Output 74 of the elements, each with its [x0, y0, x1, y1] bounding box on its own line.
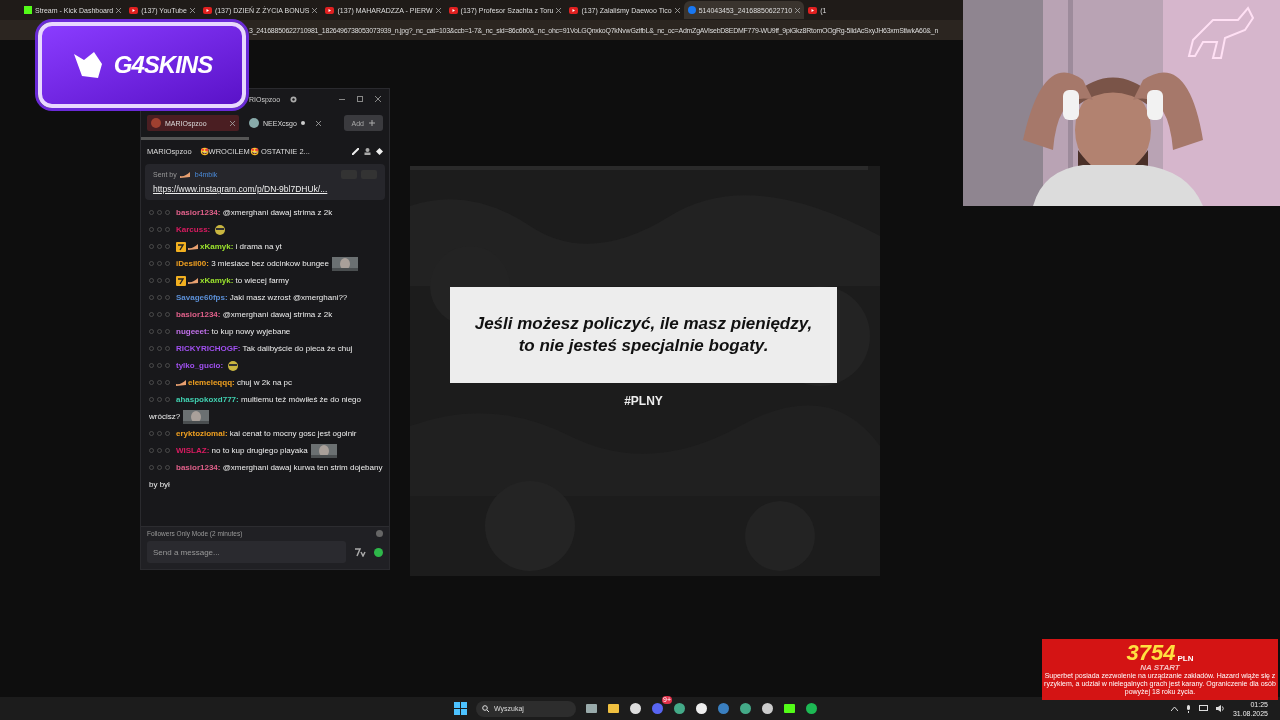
hashtag: #PLNY — [623, 394, 664, 408]
play-icon — [202, 6, 212, 14]
settings-icon[interactable] — [290, 95, 298, 103]
minimize-icon[interactable] — [339, 96, 345, 102]
chat-icon[interactable] — [374, 547, 383, 557]
slipper-icon — [188, 277, 198, 285]
chat-message: Savage60fps: Jaki masz wzrost @xmerghani?? — [145, 289, 385, 306]
quote-text: Jeśli możesz policzyć, ile masz pieniędzy, to nie jesteś specjalnie bogaty. — [474, 313, 813, 357]
play-icon — [325, 6, 335, 14]
currency: PLN — [1177, 654, 1194, 663]
chat-message: eryktoziomal: kai cenat to mocny gosc jest ogolnir — [145, 425, 385, 442]
speaker-icon[interactable] — [1215, 705, 1225, 712]
chat-message: tylko_gucio: — [145, 357, 385, 374]
avatar-icon — [151, 118, 161, 128]
chevron-icon[interactable] — [1170, 706, 1178, 711]
emote-icon — [213, 223, 228, 236]
play-icon — [569, 6, 579, 14]
close-icon[interactable] — [316, 120, 321, 126]
badge-icon — [176, 241, 186, 252]
folder-icon[interactable] — [607, 702, 620, 715]
app-icon[interactable] — [585, 702, 598, 715]
maximize-icon[interactable] — [357, 96, 363, 102]
chat-message: basior1234: @xmerghani dawaj kurwa ten strim dojebany by był — [148, 462, 384, 491]
slipper-icon — [188, 243, 198, 251]
close-icon[interactable] — [375, 96, 381, 102]
user-icon[interactable] — [364, 147, 371, 155]
chat-message: basior1234: @xmerghani dawaj strima z 2k — [145, 204, 385, 221]
emote-menu-icon[interactable] — [354, 547, 366, 557]
logo: G4SKINS — [38, 22, 246, 108]
chat-message: basior1234: @xmerghani dawaj strima z 2k — [145, 306, 385, 323]
close-icon[interactable] — [674, 7, 680, 13]
chat-message: RICKYRICHOGF: Tak dalibyście do pieca że chuj — [145, 340, 385, 357]
close-icon[interactable] — [795, 7, 801, 13]
close-icon[interactable] — [230, 120, 235, 126]
chat-message: elemeleqqq: chuj w 2k na pc — [145, 374, 385, 391]
close-icon[interactable] — [189, 7, 195, 13]
app-icon[interactable] — [783, 702, 796, 715]
avatar-icon — [249, 118, 259, 128]
play-icon — [129, 6, 139, 14]
browser-icon[interactable] — [739, 702, 752, 715]
search-icon — [482, 705, 489, 712]
instagram-link[interactable]: https://www.instagram.com/p/DN-9bl7DHUk/... — [153, 184, 377, 194]
app-icon[interactable] — [761, 702, 774, 715]
ad-tagline: NA START — [1140, 663, 1180, 672]
message-field[interactable]: Send a message... — [147, 541, 346, 563]
chat-message: iDesil00: 3 miesiace bez odcinkow bungee — [145, 255, 385, 272]
play-icon — [808, 6, 818, 14]
close-icon[interactable] — [312, 7, 318, 13]
app-icon[interactable] — [695, 702, 708, 715]
chat-message: xKamyk: i drama na yt — [145, 238, 385, 255]
slipper-icon — [176, 379, 186, 387]
play-icon — [448, 6, 458, 14]
live-dot-icon — [300, 121, 305, 125]
plus-icon — [369, 120, 375, 126]
info-icon[interactable] — [376, 530, 383, 537]
chat-message: ahaspokoxd777: multiemu też mówiłeś że do niego wrócisz? — [145, 391, 385, 425]
app-icon[interactable] — [805, 702, 818, 715]
browser-icon[interactable] — [673, 702, 686, 715]
badge-icon — [176, 275, 186, 286]
chat-message: Karcuss: — [145, 221, 385, 238]
chat-message: WISLAZ: no to kup drugiego playaka — [145, 442, 385, 459]
slipper-icon — [179, 171, 190, 178]
close-icon[interactable] — [116, 7, 122, 13]
close-icon[interactable] — [435, 7, 441, 13]
close-icon[interactable] — [556, 7, 562, 13]
app-icon[interactable] — [629, 702, 642, 715]
pencil-icon[interactable] — [352, 147, 359, 155]
monitor-icon[interactable] — [1198, 705, 1208, 712]
emote-icon — [226, 359, 241, 372]
microphone-icon[interactable] — [1185, 704, 1191, 713]
chat-message: xKamyk: to wiecej farmy — [145, 272, 385, 289]
windows-icon[interactable] — [454, 702, 467, 715]
chat-message: nugeeet: to kup nowy wyjebane — [145, 323, 385, 340]
bonus-amount: 3754 — [1126, 643, 1176, 663]
